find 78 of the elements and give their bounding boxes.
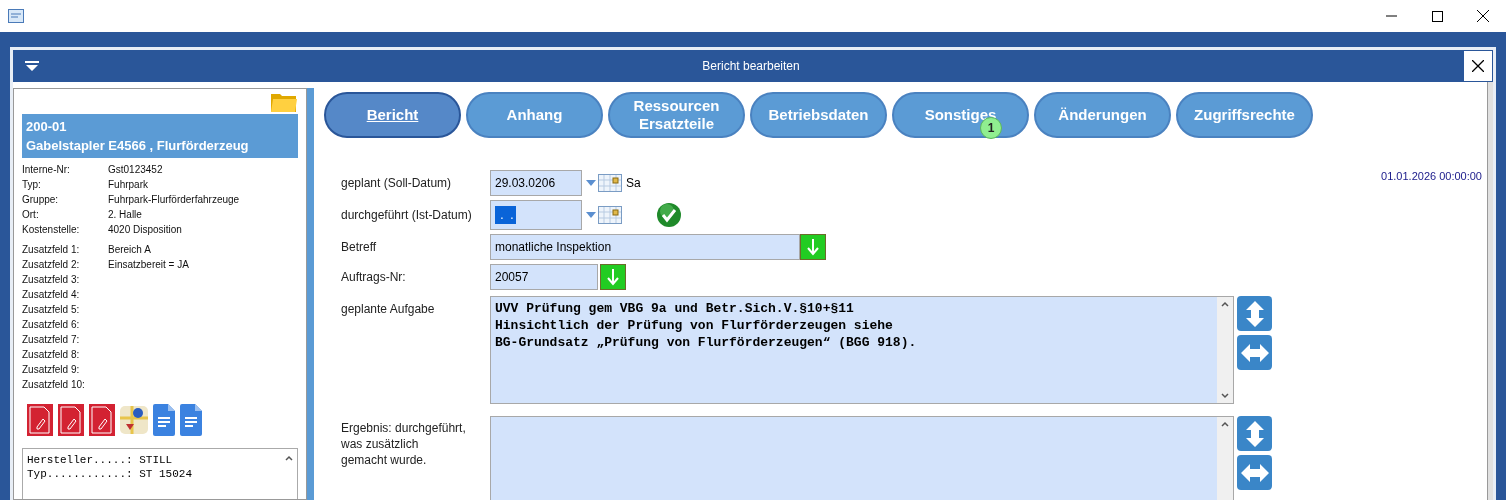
date-field[interactable]: 29.03.0206: [490, 170, 582, 196]
insert-arrow-button[interactable]: [600, 264, 626, 290]
scroll-up-icon[interactable]: [1221, 421, 1229, 427]
property-value: Einsatzbereit = JA: [108, 258, 189, 272]
pdf-file-icon[interactable]: [27, 404, 53, 436]
property-label: Gruppe:: [22, 193, 60, 207]
document-icon[interactable]: [153, 404, 175, 436]
dialog-title: Bericht bearbeiten: [701, 58, 801, 75]
subject-field[interactable]: monatliche Inspektion: [490, 234, 800, 260]
property-label: Zusatzfeld 2:: [22, 258, 81, 272]
property-value: 4020 Disposition: [108, 223, 182, 237]
scroll-up-icon[interactable]: [1221, 301, 1229, 307]
document-icon[interactable]: [180, 404, 202, 436]
scroll-up-icon[interactable]: [285, 455, 293, 461]
minimize-icon: [1385, 15, 1397, 17]
task-textarea[interactable]: UVV Prüfung gem VBG 9a und Betr.Sich.V.§10+§11 Hinsichtlich der Prüfung von Flurförderzeugen siehe BG-Grundsatz „Prüfung von Flurförderzeugen“ (BGG 918).: [491, 297, 1217, 403]
weekday-label: Sa: [626, 175, 641, 192]
date-field[interactable]: . .: [490, 200, 582, 230]
notes-text: Hersteller.....: STILL Typ............: ST 15024: [26, 453, 194, 482]
timestamp: 01.01.2026 00:00:00: [1381, 169, 1482, 184]
field-label: geplante Aufgabe: [341, 301, 436, 318]
property-label: Kostenstelle:: [22, 223, 81, 237]
property-label: Zusatzfeld 3:: [22, 273, 81, 287]
expand-horizontal-button[interactable]: [1237, 335, 1272, 370]
tab[interactable]: Anhang: [466, 92, 603, 138]
field-label: geplant (Soll-Datum): [341, 175, 453, 192]
expand-horizontal-button[interactable]: [1237, 455, 1272, 490]
property-value: 2. Halle: [108, 208, 142, 222]
property-label: Interne-Nr:: [22, 163, 71, 177]
property-label: Zusatzfeld 4:: [22, 288, 81, 302]
menu-dropdown-icon[interactable]: [25, 61, 39, 71]
property-label: Zusatzfeld 1:: [22, 243, 81, 257]
field-label: Betreff: [341, 239, 378, 256]
expand-vertical-button[interactable]: [1237, 416, 1272, 451]
property-value: Fuhrpark-Flurförderfahrzeuge: [108, 193, 240, 207]
property-label: Zusatzfeld 5:: [22, 303, 81, 317]
tab[interactable]: Bericht: [324, 92, 461, 138]
property-label: Typ:: [22, 178, 42, 192]
property-label: Zusatzfeld 9:: [22, 363, 81, 377]
insert-arrow-button[interactable]: [800, 234, 826, 260]
tab[interactable]: Sonstiges 1: [892, 92, 1029, 138]
close-button[interactable]: [1463, 50, 1493, 82]
vertical-arrows-icon: [1244, 419, 1265, 448]
tab[interactable]: Zugriffsrechte: [1176, 92, 1313, 138]
scroll-down-icon[interactable]: [1221, 393, 1229, 399]
calendar-dropdown-icon[interactable]: [586, 174, 622, 192]
object-name: Gabelstapler E4566 , Flurförderzeug: [26, 137, 250, 155]
property-value: Fuhrpark: [108, 178, 148, 192]
tab[interactable]: Betriebsdaten: [750, 92, 887, 138]
field-label: Auftrags-Nr:: [341, 269, 407, 286]
horizontal-arrows-icon: [1239, 462, 1270, 483]
object-code: 200-01: [26, 118, 68, 136]
order-number-field[interactable]: 20057: [490, 264, 598, 290]
vertical-arrows-icon: [1244, 299, 1265, 328]
maximize-icon: [1431, 10, 1443, 22]
tab[interactable]: Ressourcen Ersatzteile: [608, 92, 745, 138]
pdf-file-icon[interactable]: [89, 404, 115, 436]
close-icon: [1477, 10, 1489, 22]
tab[interactable]: Änderungen: [1034, 92, 1171, 138]
property-label: Zusatzfeld 7:: [22, 333, 81, 347]
field-label: Ergebnis: durchgeführt, was zusätzlich gemacht wurde.: [341, 420, 467, 468]
field-label: durchgeführt (Ist-Datum): [341, 207, 473, 224]
property-value: Gst0123452: [108, 163, 163, 177]
property-value: Bereich A: [108, 243, 151, 257]
property-label: Ort:: [22, 208, 40, 222]
map-icon[interactable]: [120, 404, 148, 436]
pdf-file-icon[interactable]: [58, 404, 84, 436]
app-icon: [8, 9, 24, 23]
down-arrow-icon: [807, 238, 819, 256]
property-label: Zusatzfeld 8:: [22, 348, 81, 362]
close-icon: [1472, 60, 1484, 72]
expand-vertical-button[interactable]: [1237, 296, 1272, 331]
property-label: Zusatzfeld 10:: [22, 378, 86, 392]
property-label: Zusatzfeld 6:: [22, 318, 81, 332]
down-arrow-icon: [607, 268, 619, 286]
calendar-dropdown-icon[interactable]: [586, 206, 622, 224]
horizontal-arrows-icon: [1239, 342, 1270, 363]
folder-icon[interactable]: [270, 91, 298, 113]
